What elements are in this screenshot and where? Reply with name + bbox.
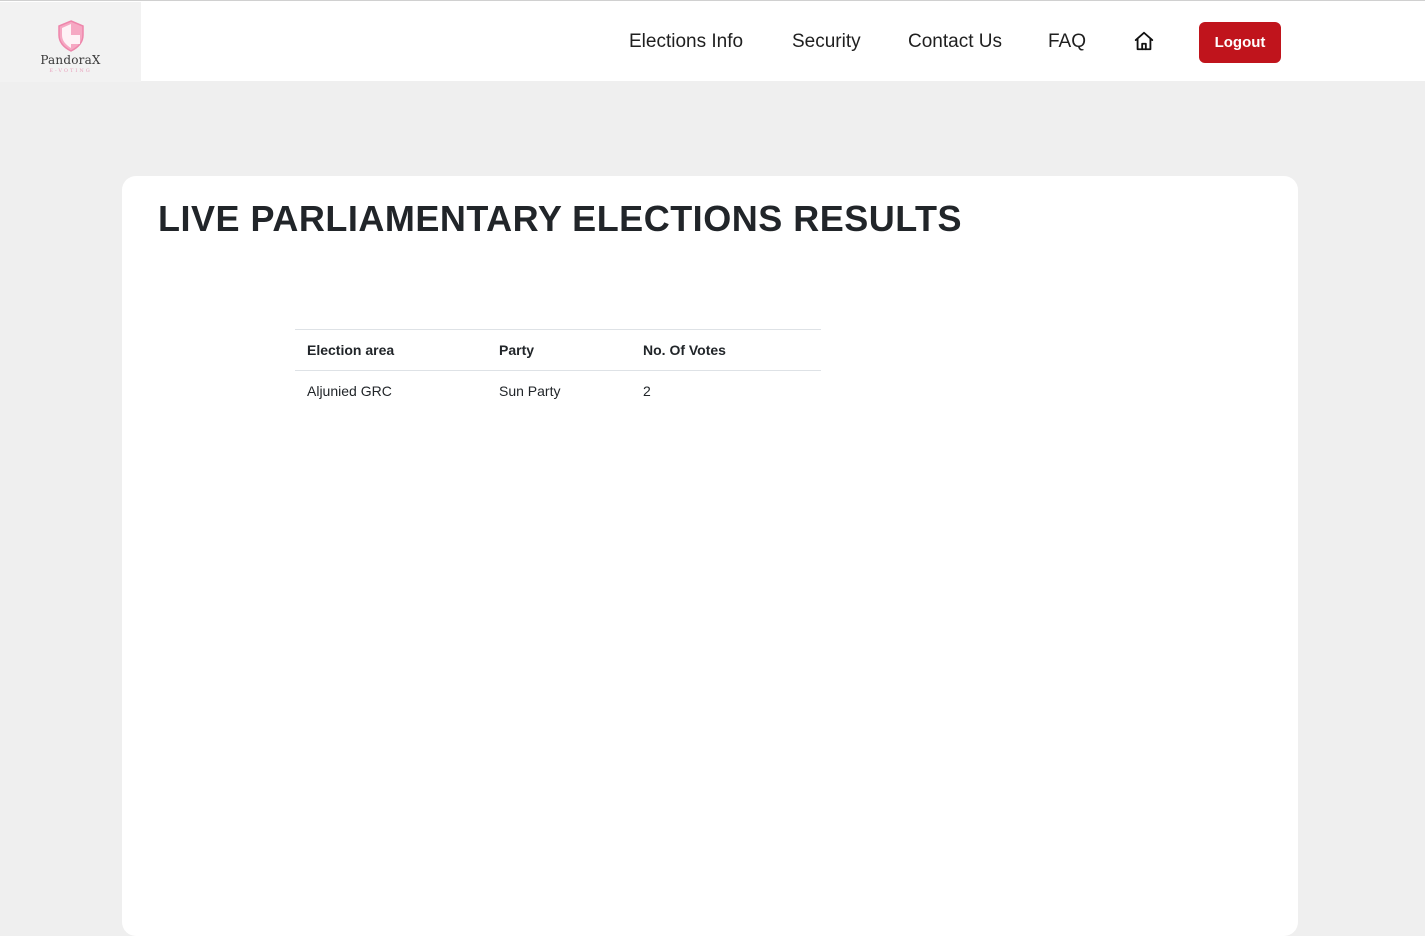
table-row: Aljunied GRC Sun Party 2 (295, 371, 821, 411)
brand-logo[interactable]: PandoraX E-VOTING (0, 2, 141, 82)
nav-faq[interactable]: FAQ (1048, 31, 1086, 53)
top-navbar: PandoraX E-VOTING Elections Info Securit… (0, 0, 1425, 82)
nav-contact-us[interactable]: Contact Us (908, 31, 1002, 53)
cell-party: Sun Party (499, 382, 561, 399)
cell-votes: 2 (643, 382, 651, 399)
page-title: LIVE PARLIAMENTARY ELECTIONS RESULTS (158, 198, 963, 239)
nav-elections-info[interactable]: Elections Info (629, 31, 743, 53)
cell-election-area: Aljunied GRC (307, 382, 392, 399)
results-table: Election area Party No. Of Votes Aljunie… (295, 329, 821, 411)
column-header-party: Party (487, 329, 631, 371)
logout-button[interactable]: Logout (1199, 22, 1281, 63)
column-header-election-area: Election area (295, 329, 487, 371)
brand-tagline: E-VOTING (49, 68, 92, 74)
shield-icon (57, 20, 84, 52)
nav-security[interactable]: Security (792, 31, 861, 53)
table-header-row: Election area Party No. Of Votes (295, 329, 821, 371)
results-card: LIVE PARLIAMENTARY ELECTIONS RESULTS Ele… (122, 176, 1298, 936)
column-header-votes: No. Of Votes (631, 329, 821, 371)
home-icon[interactable] (1133, 30, 1155, 52)
brand-name: PandoraX (40, 53, 101, 67)
